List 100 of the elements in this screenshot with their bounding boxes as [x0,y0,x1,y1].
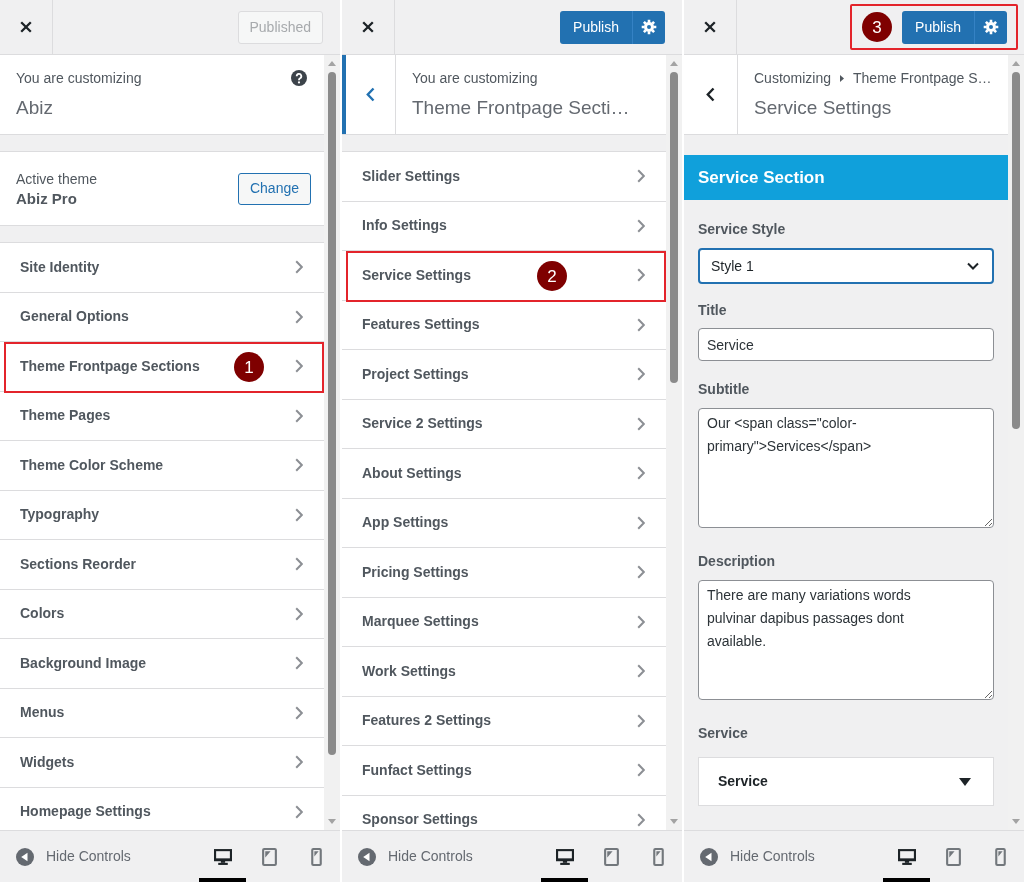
step-marker: 3 [862,12,893,42]
select-field[interactable]: Style 1 [698,248,994,284]
menu-item[interactable]: Site Identity [0,243,324,293]
chevron-right-icon [295,557,303,572]
gear-icon [641,19,657,35]
scrollbar-thumb[interactable] [670,72,678,383]
tablet-icon [262,847,277,866]
repeater-item[interactable]: Service [698,757,994,806]
scrollbar[interactable] [1008,55,1024,830]
chevron-right-icon [637,169,645,184]
chevron-right-icon [295,804,303,819]
chevron-right-icon [637,416,645,431]
help-icon[interactable] [291,70,307,86]
menu-item[interactable]: Widgets [0,738,324,788]
field-label: Service Style [698,220,787,239]
chevron-right-icon [637,515,645,530]
chevron-right-icon [295,458,303,473]
menu-item[interactable]: Project Settings [342,350,666,400]
publish-button[interactable]: Publish [560,10,632,44]
field-label: Subtitle [698,380,751,399]
desktop-icon [897,848,916,865]
menu-item[interactable]: Features 2 Settings [342,696,666,746]
menu-item[interactable]: Service 2 Settings [342,399,666,449]
menu-item[interactable]: Theme Pages [0,391,324,441]
menu-item[interactable]: Typography [0,490,324,540]
customizing-caption: You are customizing [16,69,142,88]
close-icon [20,21,32,33]
close-icon [704,21,716,33]
chevron-right-icon [637,565,645,580]
mobile-icon [653,847,664,866]
mobile-icon [311,847,322,866]
back-button[interactable] [342,55,396,134]
hide-controls-button[interactable]: Hide Controls [358,846,473,867]
scrollbar[interactable] [324,55,340,830]
menu-item[interactable]: Info Settings [342,201,666,251]
chevron-right-icon [637,812,645,827]
desktop-icon [213,848,232,865]
scrollbar[interactable] [666,55,682,830]
menu-item[interactable]: Funfact Settings [342,746,666,796]
chevron-right-icon [637,218,645,233]
field-label: Description [698,552,776,571]
menu-item[interactable]: Homepage Settings [0,787,324,830]
menu-item[interactable]: Sections Reorder [0,540,324,590]
gear-icon [983,19,999,35]
scroll-up-icon[interactable] [1012,61,1020,66]
circle-arrow-left-icon [16,847,34,866]
menu-item[interactable]: Background Image [0,639,324,689]
breadcrumb-text: Theme Frontpage S… [853,69,992,88]
textarea-field[interactable]: Our <span class="color-primary">Services</span> [698,408,994,528]
menu-item[interactable]: About Settings [342,449,666,499]
section-title: Abiz [16,96,54,120]
textarea-field[interactable]: There are many variations words pulvinar dapibus passages dont available. [698,580,994,700]
text-input[interactable]: Service [698,328,994,361]
publish-settings-button[interactable] [974,10,1007,44]
tablet-icon [946,847,961,866]
menu-item[interactable]: Sponsor Settings [342,795,666,830]
menu-item[interactable]: Colors [0,589,324,639]
customizing-caption: You are customizing [412,69,538,88]
menu-item[interactable]: Menus [0,688,324,738]
field-label: Title [698,301,728,320]
breadcrumb-text: Customizing [754,69,832,88]
change-theme-button[interactable]: Change [237,172,311,205]
chevron-right-icon [637,713,645,728]
hide-controls-button[interactable]: Hide Controls [700,846,815,867]
tablet-icon [604,847,619,866]
hide-controls-button[interactable]: Hide Controls [16,846,131,867]
circle-arrow-left-icon [700,847,718,866]
menu-item[interactable]: Marquee Settings [342,597,666,647]
chevron-right-icon [295,705,303,720]
menu-item[interactable]: Slider Settings [342,152,666,202]
scrollbar-thumb[interactable] [1012,72,1020,429]
scrollbar-thumb[interactable] [328,72,336,755]
menu-item[interactable]: Pricing Settings [342,548,666,598]
chevron-right-icon [637,367,645,382]
menu-item[interactable]: Work Settings [342,647,666,697]
field-label: Service [698,724,749,743]
menu-item[interactable]: App Settings [342,498,666,548]
publish-button[interactable]: Publish [902,10,974,44]
chevron-right-icon [637,317,645,332]
menu-item[interactable]: Theme Color Scheme [0,441,324,491]
scroll-up-icon[interactable] [670,61,678,66]
chevron-right-icon [295,309,303,324]
menu-item[interactable]: Features Settings [342,300,666,350]
section-heading: Service Section [684,155,1008,200]
chevron-right-icon [295,755,303,770]
chevron-right-icon [295,359,303,374]
chevron-right-icon [637,466,645,481]
active-theme-caption: Active theme [16,169,97,189]
mobile-icon [995,847,1006,866]
scroll-down-icon[interactable] [1012,819,1020,824]
chevron-down-icon [967,262,979,270]
publish-settings-button[interactable] [632,10,665,44]
circle-arrow-left-icon [358,847,376,866]
chevron-right-icon [637,664,645,679]
scroll-up-icon[interactable] [328,61,336,66]
scroll-down-icon[interactable] [670,819,678,824]
scroll-down-icon[interactable] [328,819,336,824]
chevron-right-icon [295,656,303,671]
desktop-icon [555,848,574,865]
menu-item[interactable]: General Options [0,292,324,342]
